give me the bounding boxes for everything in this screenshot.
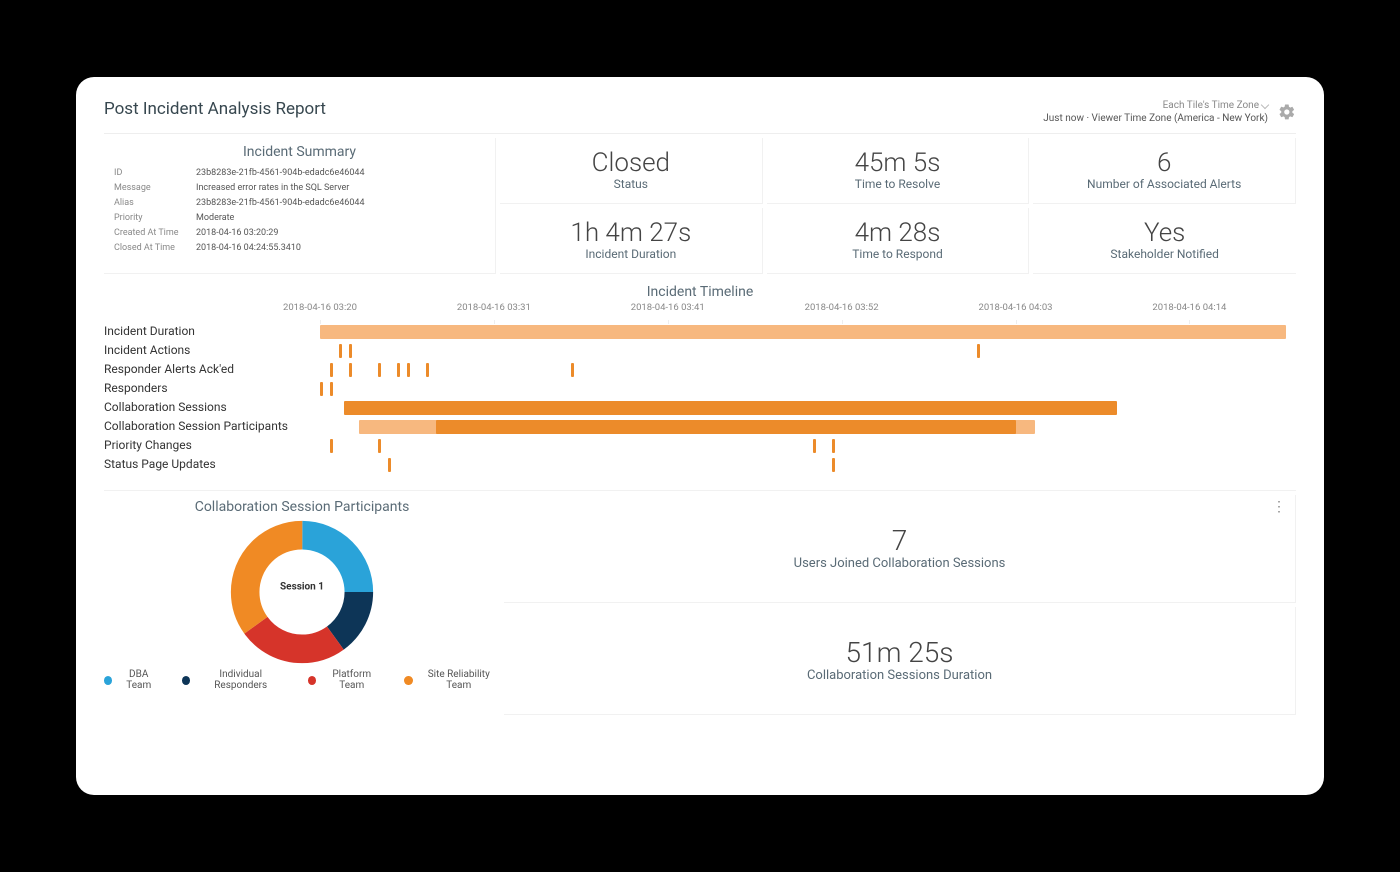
swatch-icon <box>104 676 112 685</box>
legend-item[interactable]: Site Reliability Team <box>404 669 500 691</box>
bar-incident-duration <box>320 325 1286 339</box>
tl-label-participants: Collaboration Session Participants <box>104 419 310 433</box>
legend-item[interactable]: DBA Team <box>104 669 160 691</box>
donut-center-label: Session 1 <box>280 582 324 593</box>
swatch-icon <box>182 676 190 685</box>
users-joined-tile: ⋮ 7 Users Joined Collaboration Sessions <box>504 495 1296 603</box>
report-window: Post Incident Analysis Report Each Tile'… <box>76 77 1324 795</box>
incident-summary-tile: Incident Summary ID23b8283e-21fb-4561-90… <box>104 138 496 274</box>
donut-legend: DBA Team Individual Responders Platform … <box>104 669 500 691</box>
swatch-icon <box>308 676 316 685</box>
gear-icon[interactable] <box>1278 103 1296 121</box>
tl-label-actions: Incident Actions <box>104 343 310 357</box>
top-grid: Incident Summary ID23b8283e-21fb-4561-90… <box>104 133 1296 274</box>
donut-tile: Collaboration Session Participants Sessi… <box>104 495 500 715</box>
timeline-rows: Incident Duration Incident Actions Respo… <box>320 324 1286 478</box>
timeline-chart[interactable]: 2018-04-16 03:20 2018-04-16 03:31 2018-0… <box>320 302 1286 478</box>
bar-collab-sessions <box>344 401 1117 415</box>
swatch-icon <box>404 676 412 685</box>
summary-row: Closed At Time2018-04-16 04:24:55.3410 <box>114 241 485 254</box>
viewer-tz: Viewer Time Zone (America - New York) <box>1092 113 1268 124</box>
tl-label-priority: Priority Changes <box>104 438 310 452</box>
updated-prefix: Just now <box>1043 113 1084 124</box>
stakeholder-tile: Yes Stakeholder Notified <box>1033 208 1296 274</box>
alerts-tile: 6 Number of Associated Alerts <box>1033 138 1296 204</box>
tl-label-acked: Responder Alerts Ack'ed <box>104 362 310 376</box>
status-label: Status <box>508 177 754 191</box>
summary-row: MessageIncreased error rates in the SQL … <box>114 181 485 194</box>
legend-item[interactable]: Platform Team <box>308 669 382 691</box>
incident-summary-title: Incident Summary <box>112 144 487 160</box>
lower-grid: ⋮ 7 Users Joined Collaboration Sessions … <box>104 495 1296 715</box>
incident-summary-table: ID23b8283e-21fb-4561-904b-edadc6e46044 M… <box>112 164 487 256</box>
header-right: Each Tile's Time Zone Just now · Viewer … <box>1043 99 1296 125</box>
summary-row: ID23b8283e-21fb-4561-904b-edadc6e46044 <box>114 166 485 179</box>
donut-title: Collaboration Session Participants <box>104 499 500 515</box>
tl-label-collab: Collaboration Sessions <box>104 400 310 414</box>
summary-row: Alias23b8283e-21fb-4561-904b-edadc6e4604… <box>114 196 485 209</box>
chevron-down-icon[interactable] <box>1261 101 1269 109</box>
timeline-axis: 2018-04-16 03:20 2018-04-16 03:31 2018-0… <box>320 302 1286 324</box>
tl-label-responders: Responders <box>104 381 310 395</box>
timeline-panel: Incident Timeline 2018-04-16 03:20 2018-… <box>104 278 1296 491</box>
timeline-title: Incident Timeline <box>104 284 1296 300</box>
sessions-duration-tile: 51m 25s Collaboration Sessions Duration <box>504 607 1296 715</box>
page-title: Post Incident Analysis Report <box>104 99 326 119</box>
tz-line: Each Tile's Time Zone <box>1163 100 1259 111</box>
kebab-icon[interactable]: ⋮ <box>1272 499 1285 515</box>
duration-tile: 1h 4m 27s Incident Duration <box>500 208 763 274</box>
legend-item[interactable]: Individual Responders <box>182 669 286 691</box>
summary-row: Created At Time2018-04-16 03:20:29 <box>114 226 485 239</box>
tl-label-status-page: Status Page Updates <box>104 457 310 471</box>
status-tile: Closed Status <box>500 138 763 204</box>
status-value: Closed <box>508 150 754 177</box>
tl-label-duration: Incident Duration <box>104 324 310 338</box>
header-meta: Each Tile's Time Zone Just now · Viewer … <box>1043 99 1268 125</box>
header: Post Incident Analysis Report Each Tile'… <box>104 99 1296 125</box>
summary-row: PriorityModerate <box>114 211 485 224</box>
time-to-resolve-tile: 45m 5s Time to Resolve <box>767 138 1030 204</box>
time-to-respond-tile: 4m 28s Time to Respond <box>767 208 1030 274</box>
